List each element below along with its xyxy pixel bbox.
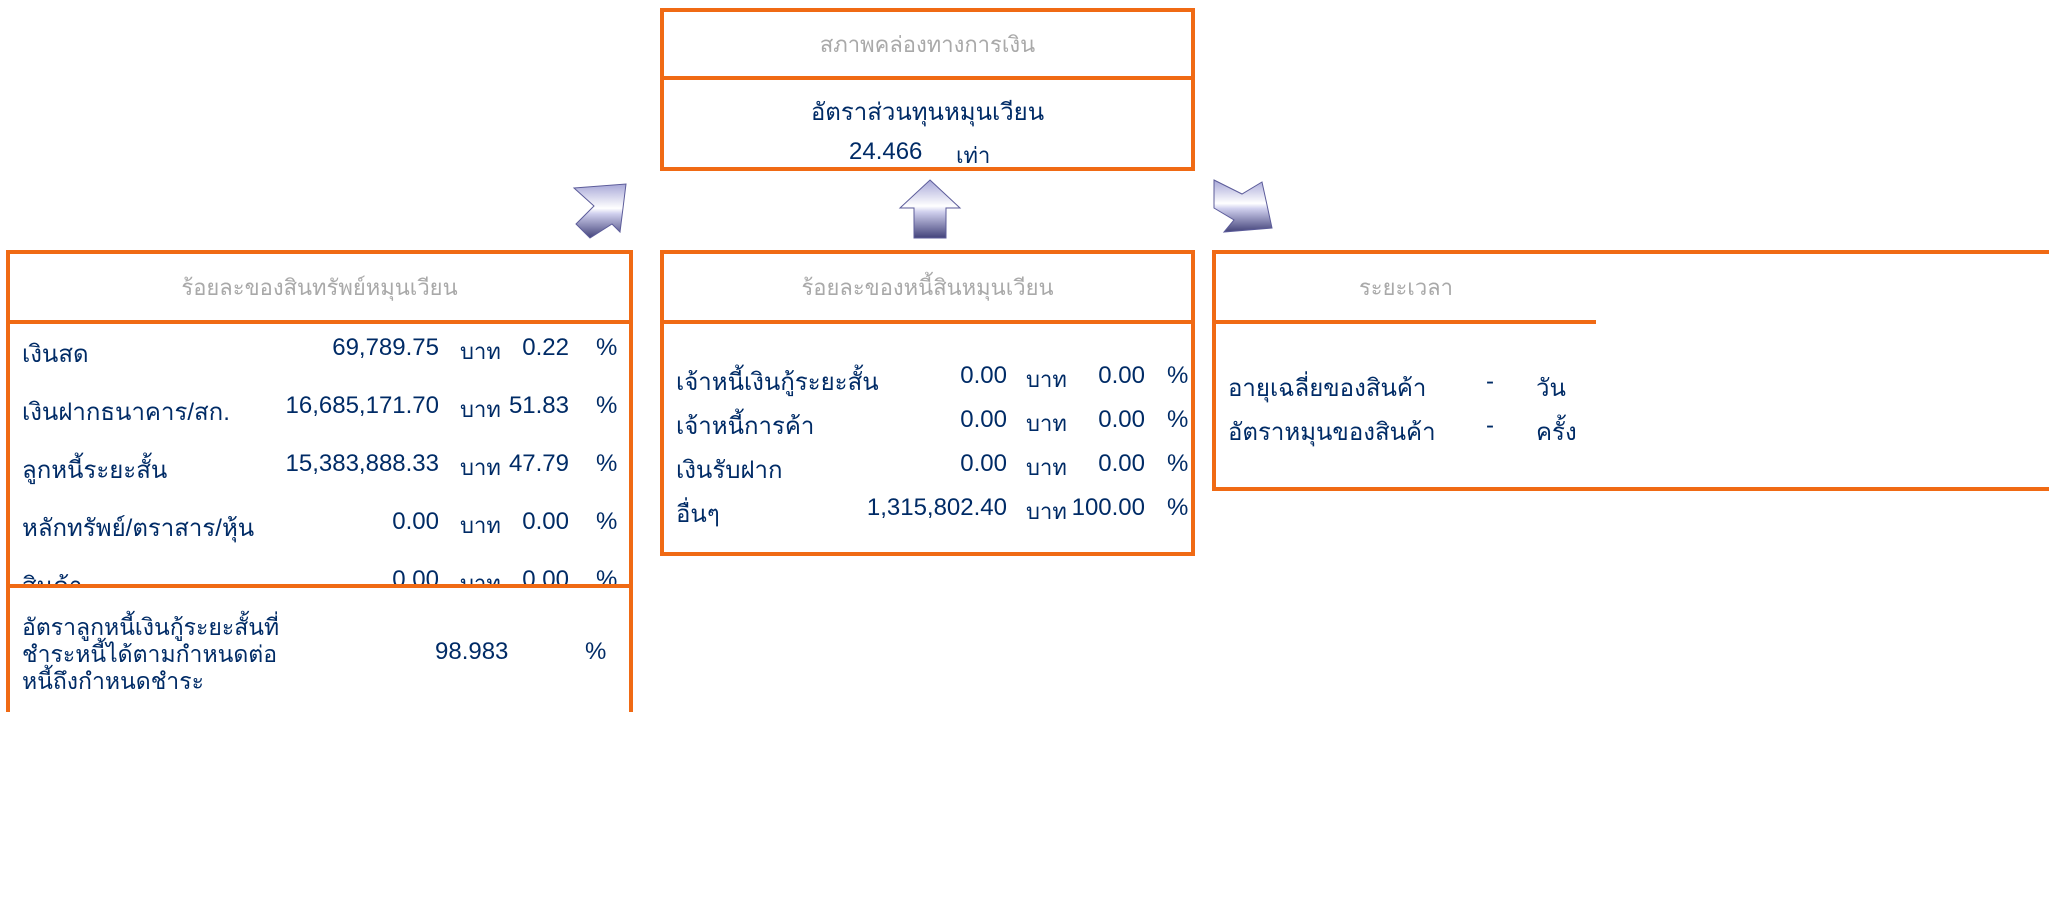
period-row-unit: ครั้ง [1536, 419, 1577, 446]
asset-row-percent-sign: % [596, 508, 618, 535]
liability-row-label: เจ้าหนี้เงินกู้ระยะสั้น [676, 369, 879, 396]
asset-row-currency: บาท [460, 339, 501, 364]
liability-row-percent: 0.00 [1098, 362, 1145, 389]
working-capital-ratio-unit: เท่า [956, 143, 991, 168]
asset-row-percent: 0.22 [522, 334, 569, 361]
arrow-down-right-icon [1213, 179, 1273, 233]
asset-row-percent: 51.83 [508, 392, 569, 419]
asset-row-percent-sign: % [596, 392, 618, 419]
asset-row-label: เงินฝากธนาคาร/สก. [22, 399, 230, 426]
liability-row-percent-sign: % [1167, 450, 1189, 477]
working-capital-ratio-label: อัตราส่วนทุนหมุนเวียน [810, 99, 1045, 126]
receivable-ratio-percent: % [585, 638, 607, 665]
liability-row-currency: บาท [1026, 499, 1067, 524]
asset-row-label: หลักทรัพย์/ตราสาร/หุ้น [22, 515, 255, 542]
liability-row-currency: บาท [1026, 367, 1067, 392]
current-assets-panel: ร้อยละของสินทรัพย์หมุนเวียน เงินสด 69,789… [6, 250, 633, 658]
current-liabilities-panel: ร้อยละของหนี้สินหมุนเวียน เจ้าหนี้เงินกู… [660, 250, 1195, 556]
arrow-down-left-icon [572, 183, 627, 239]
liability-row-amount: 0.00 [960, 450, 1007, 477]
liability-row-currency: บาท [1026, 455, 1067, 480]
liability-row-percent-sign: % [1167, 406, 1189, 433]
receivable-ratio-value: 98.983 [435, 638, 509, 665]
liability-row-amount: 0.00 [960, 362, 1007, 389]
period-row-value: - [1486, 412, 1494, 439]
asset-row-amount: 0.00 [392, 508, 439, 535]
asset-row-currency: บาท [460, 455, 501, 480]
liability-row-percent-sign: % [1167, 494, 1189, 521]
asset-row-label: ลูกหนี้ระยะสั้น [22, 457, 168, 484]
current-liabilities-header: ร้อยละของหนี้สินหมุนเวียน [664, 254, 1191, 324]
liability-row-percent: 0.00 [1098, 406, 1145, 433]
arrow-up-icon [898, 179, 962, 239]
liability-row-currency: บาท [1026, 411, 1067, 436]
liability-row-amount: 0.00 [960, 406, 1007, 433]
period-row-label: อัตราหมุนของสินค้า [1228, 419, 1436, 446]
liability-row-percent-sign: % [1167, 362, 1189, 389]
asset-row-percent-sign: % [596, 450, 618, 477]
liability-row-label: เงินรับฝาก [676, 457, 783, 484]
liability-row-amount: 1,315,802.40 [866, 494, 1007, 521]
period-row-value: - [1486, 368, 1494, 395]
liquidity-panel: สภาพคล่องทางการเงิน อัตราส่วนทุนหมุนเวีย… [660, 8, 1195, 171]
receivable-ratio-label-line3: หนี้ถึงกำหนดชำระ [22, 668, 204, 694]
liquidity-header: สภาพคล่องทางการเงิน [664, 12, 1191, 80]
asset-row-amount: 16,685,171.70 [285, 392, 439, 419]
liability-row-percent: 0.00 [1098, 450, 1145, 477]
asset-row-amount: 15,383,888.33 [285, 450, 439, 477]
asset-row-label: เงินสด [22, 341, 89, 368]
period-panel: ระยะเวลา อายุเฉลี่ยของสินค้า - วันอัตราหมุ… [1212, 250, 2049, 491]
receivable-ratio-panel: อัตราลูกหนี้เงินกู้ระยะสั้นที่ ชำระหนี้ไ… [6, 584, 633, 712]
asset-row-currency: บาท [460, 513, 501, 538]
period-row-unit: วัน [1536, 375, 1566, 402]
asset-row-percent-sign: % [596, 334, 618, 361]
asset-row-amount: 69,789.75 [332, 334, 439, 361]
asset-row-percent: 47.79 [508, 450, 569, 477]
liability-row-percent: 100.00 [1071, 494, 1145, 521]
working-capital-ratio-value: 24.466 [849, 138, 923, 165]
asset-row-percent: 0.00 [522, 508, 569, 535]
asset-row-currency: บาท [460, 397, 501, 422]
period-row-label: อายุเฉลี่ยของสินค้า [1228, 375, 1427, 402]
current-assets-header: ร้อยละของสินทรัพย์หมุนเวียน [10, 254, 629, 324]
liability-row-label: เจ้าหนี้การค้า [676, 413, 815, 440]
liability-row-label: อื่นๆ [676, 501, 720, 528]
period-header: ระยะเวลา [1216, 254, 1596, 324]
